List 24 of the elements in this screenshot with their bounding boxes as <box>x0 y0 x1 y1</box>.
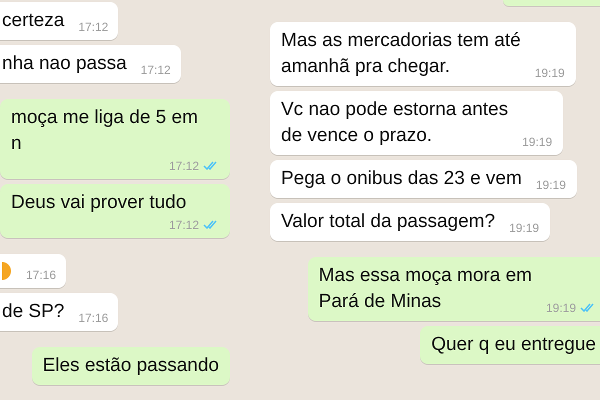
message-text: certeza <box>2 9 64 33</box>
message-time: 19:19 <box>522 134 552 151</box>
message-text: Quer q eu entregue <box>431 333 596 357</box>
message-text: Valor total da passagem? <box>281 210 496 234</box>
message-text: de SP? <box>2 300 64 324</box>
message-text: Eles estão passando <box>42 354 219 378</box>
message-time: 17:12 <box>140 62 171 79</box>
message-time: 17:12 <box>78 19 108 36</box>
message-text: nha nao passa <box>2 52 127 76</box>
message-time: 17:12 <box>168 217 199 234</box>
message-text: Mas essa moça mora em Pará de Minas <box>318 264 532 314</box>
message-time: 17:16 <box>26 267 56 284</box>
message-time: 17:12 <box>168 158 199 175</box>
message-time: 19:19 <box>546 300 576 317</box>
message-text: Pega o onibus das 23 e vem <box>281 167 522 191</box>
message-time: 19:19 <box>534 65 565 82</box>
message-time: 19:19 <box>536 177 566 194</box>
message-text: Mas as mercadorias tem até amanhã pra chegar. <box>281 29 521 79</box>
message-text: Vc nao pode estorna antes de vence o prazo. <box>281 98 508 148</box>
emoji-icon <box>2 262 12 280</box>
message-text: Deus vai prover tudo <box>11 191 186 215</box>
message-time: 17:16 <box>78 310 108 327</box>
message-time: 19:19 <box>509 220 540 237</box>
message-text: moça me liga de 5 em n <box>11 106 198 156</box>
